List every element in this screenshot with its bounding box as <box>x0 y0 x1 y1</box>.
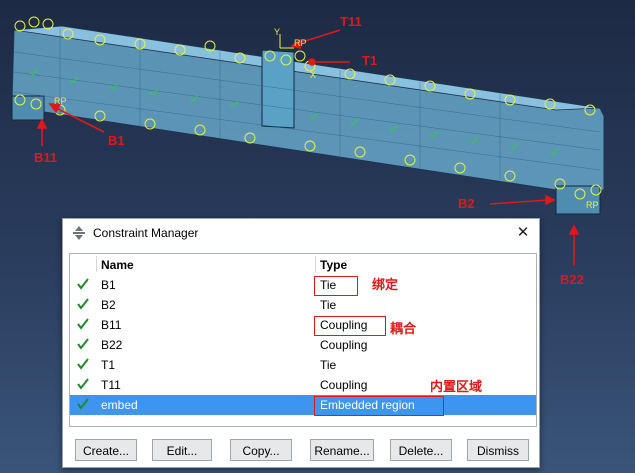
callout-t11: T11 <box>340 14 362 29</box>
close-button[interactable]: ✕ <box>515 224 531 240</box>
column-header-type[interactable]: Type <box>320 258 347 272</box>
axis-y-label: Y <box>274 27 281 37</box>
checkmark-icon[interactable] <box>76 397 90 411</box>
annotation-embedded: 内置区域 <box>430 380 483 395</box>
row-name: B1 <box>101 278 116 292</box>
callout-b11: B11 <box>34 150 58 165</box>
checkmark-icon[interactable] <box>76 277 90 291</box>
row-type: Coupling <box>320 338 368 352</box>
dismiss-button[interactable]: Dismiss <box>467 439 529 461</box>
table-row[interactable]: B22 Coupling <box>70 335 536 355</box>
annotation-coupling: 耦合 <box>390 322 417 337</box>
highlight-box-coupling <box>314 316 386 336</box>
rp-label-left: RP <box>54 96 67 106</box>
row-name: T1 <box>101 358 116 372</box>
axis-x-label: X <box>310 70 317 80</box>
row-type: Tie <box>320 298 337 312</box>
constraint-manager-dialog: Constraint Manager ✕ Name Type B1 Tie B2… <box>62 218 540 468</box>
row-type: Coupling <box>320 378 368 392</box>
header-divider <box>315 256 316 272</box>
top-loading-block <box>261 49 295 129</box>
checkmark-icon[interactable] <box>76 337 90 351</box>
checkmark-icon[interactable] <box>76 357 90 371</box>
checkmark-icon[interactable] <box>76 317 90 331</box>
copy-button[interactable]: Copy... <box>230 439 292 461</box>
callout-b2: B2 <box>458 196 475 211</box>
table-row[interactable]: T1 Tie <box>70 355 536 375</box>
checkmark-icon[interactable] <box>76 377 90 391</box>
row-name: B22 <box>101 338 123 352</box>
row-name: embed <box>101 398 138 412</box>
rename-button[interactable]: Rename... <box>310 439 374 461</box>
rp-label-top: RP <box>294 38 307 48</box>
table-row[interactable]: B1 Tie <box>70 275 536 295</box>
callout-b22: B22 <box>560 272 584 287</box>
annotation-tie: 绑定 <box>372 278 399 293</box>
edit-button[interactable]: Edit... <box>152 439 212 461</box>
beam-model <box>11 16 605 215</box>
highlight-box-embedded <box>314 396 444 416</box>
table-row[interactable]: B11 Coupling <box>70 315 536 335</box>
constraint-table[interactable]: Name Type B1 Tie B2 Tie B11 Coupling B22… <box>69 253 537 427</box>
header-divider <box>96 256 97 272</box>
callout-b1: B1 <box>108 133 125 148</box>
dialog-titlebar[interactable]: Constraint Manager ✕ <box>63 219 539 247</box>
row-type: Tie <box>320 358 337 372</box>
row-name: B2 <box>101 298 116 312</box>
checkmark-icon[interactable] <box>76 297 90 311</box>
table-row-selected[interactable]: embed Embedded region <box>70 395 536 415</box>
rp-label-right: RP <box>586 200 599 210</box>
row-name: B11 <box>101 318 122 332</box>
delete-button[interactable]: Delete... <box>390 439 452 461</box>
callout-t1: T1 <box>362 53 378 68</box>
highlight-box-tie <box>314 276 358 296</box>
constraint-icon <box>73 226 85 240</box>
row-name: T11 <box>101 378 121 392</box>
create-button[interactable]: Create... <box>75 439 137 461</box>
dialog-title: Constraint Manager <box>93 226 199 240</box>
column-header-name[interactable]: Name <box>101 258 134 272</box>
table-row[interactable]: B2 Tie <box>70 295 536 315</box>
